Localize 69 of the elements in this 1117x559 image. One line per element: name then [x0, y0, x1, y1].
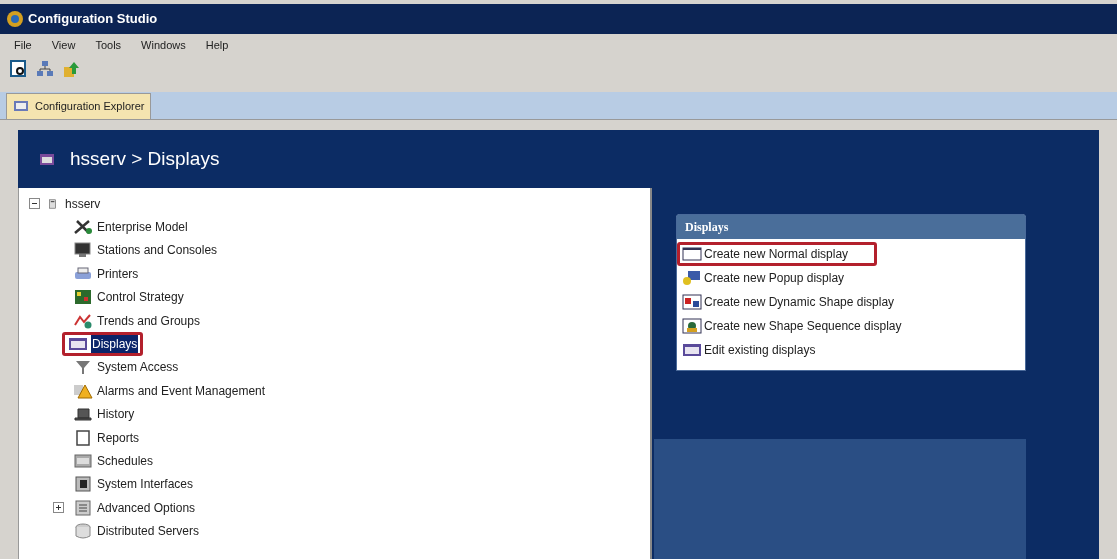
task-link[interactable]: Create new Dynamic Shape display — [677, 290, 900, 314]
tree-item-label: Control Strategy — [96, 289, 185, 307]
menu-item[interactable]: File — [14, 36, 32, 54]
sequence-icon — [682, 318, 702, 334]
db-icon — [73, 523, 93, 540]
tree-item-label: Trends and Groups — [96, 312, 201, 330]
tree-item[interactable]: Schedules — [68, 449, 160, 473]
tree-item[interactable]: History — [68, 402, 141, 427]
tree-item-label: Schedules — [96, 453, 155, 470]
tree-item[interactable]: Printers — [68, 261, 145, 286]
tree-item-label: Stations and Consoles — [96, 242, 219, 260]
tree-item-label: Advanced Options — [96, 499, 197, 517]
tree-item-label: System Access — [96, 359, 180, 377]
globe-icon — [6, 10, 24, 28]
tree-item-label: Printers — [96, 265, 140, 283]
tree-item[interactable]: Distributed Servers — [68, 519, 206, 544]
breadcrumb-title: hsserv > Displays — [70, 146, 220, 171]
tree-item[interactable]: Control Strategy — [68, 285, 190, 310]
window-title: Configuration Studio — [28, 10, 158, 29]
page-icon — [73, 429, 93, 446]
menu-item[interactable]: View — [51, 36, 76, 54]
tools-icon — [73, 219, 93, 236]
task-link[interactable]: Create new Popup display — [677, 266, 850, 290]
menu-item[interactable]: Windows — [141, 36, 186, 54]
task-link[interactable]: Edit existing displays — [677, 338, 821, 362]
expand-icon[interactable] — [53, 502, 64, 514]
collapse-icon[interactable] — [29, 198, 40, 210]
tree-item[interactable]: Reports — [68, 425, 146, 450]
grid-icon — [73, 289, 93, 306]
tree-item-label: System Interfaces — [96, 476, 195, 494]
shape-icon — [682, 294, 702, 310]
window-icon — [682, 246, 702, 262]
task-link[interactable]: Create new Normal display — [677, 242, 878, 266]
tree-item[interactable]: Trends and Groups — [68, 308, 206, 333]
search-document-icon[interactable] — [10, 60, 28, 78]
tree-item[interactable]: Enterprise Model — [68, 215, 194, 240]
list-icon — [73, 499, 93, 516]
task-card-title: Displays — [677, 215, 1025, 239]
tree-item[interactable]: System Interfaces — [68, 472, 200, 497]
tree-item-label: hsserv — [64, 195, 102, 213]
tab[interactable]: Configuration Explorer — [6, 93, 152, 119]
tree-item[interactable]: hsserv — [44, 191, 107, 216]
tree-item[interactable]: Stations and Consoles — [68, 238, 224, 263]
display-icon — [40, 153, 54, 165]
tree-item-label: Alarms and Event Management — [96, 382, 267, 400]
display-icon — [68, 336, 88, 353]
display-icon — [682, 342, 702, 358]
interface-icon — [73, 476, 93, 493]
monitor-icon — [73, 242, 93, 259]
tree-item-label: Distributed Servers — [96, 523, 201, 541]
tree-item-label: Enterprise Model — [96, 219, 189, 237]
printer-icon — [73, 265, 93, 282]
funnel-icon — [73, 359, 93, 376]
popup-icon — [682, 270, 702, 286]
alarm-icon — [73, 382, 93, 399]
task-link[interactable]: Create new Shape Sequence display — [677, 314, 907, 338]
tree-item-label: Displays — [91, 335, 139, 354]
tree-item[interactable]: Advanced Options — [68, 495, 202, 520]
tree-item-label: History — [96, 406, 136, 424]
menu-item[interactable]: Help — [205, 36, 229, 54]
network-icon[interactable] — [36, 60, 54, 78]
trend-icon — [73, 312, 93, 329]
tree-item[interactable]: System Access — [68, 355, 185, 380]
tree-item-label: Reports — [96, 429, 141, 447]
window-icon — [13, 99, 29, 114]
tree-item[interactable]: Alarms and Event Management — [68, 378, 272, 403]
menu-item[interactable]: Tools — [95, 36, 122, 54]
tree-item[interactable]: Displays — [62, 332, 144, 357]
schedule-icon — [73, 453, 93, 469]
